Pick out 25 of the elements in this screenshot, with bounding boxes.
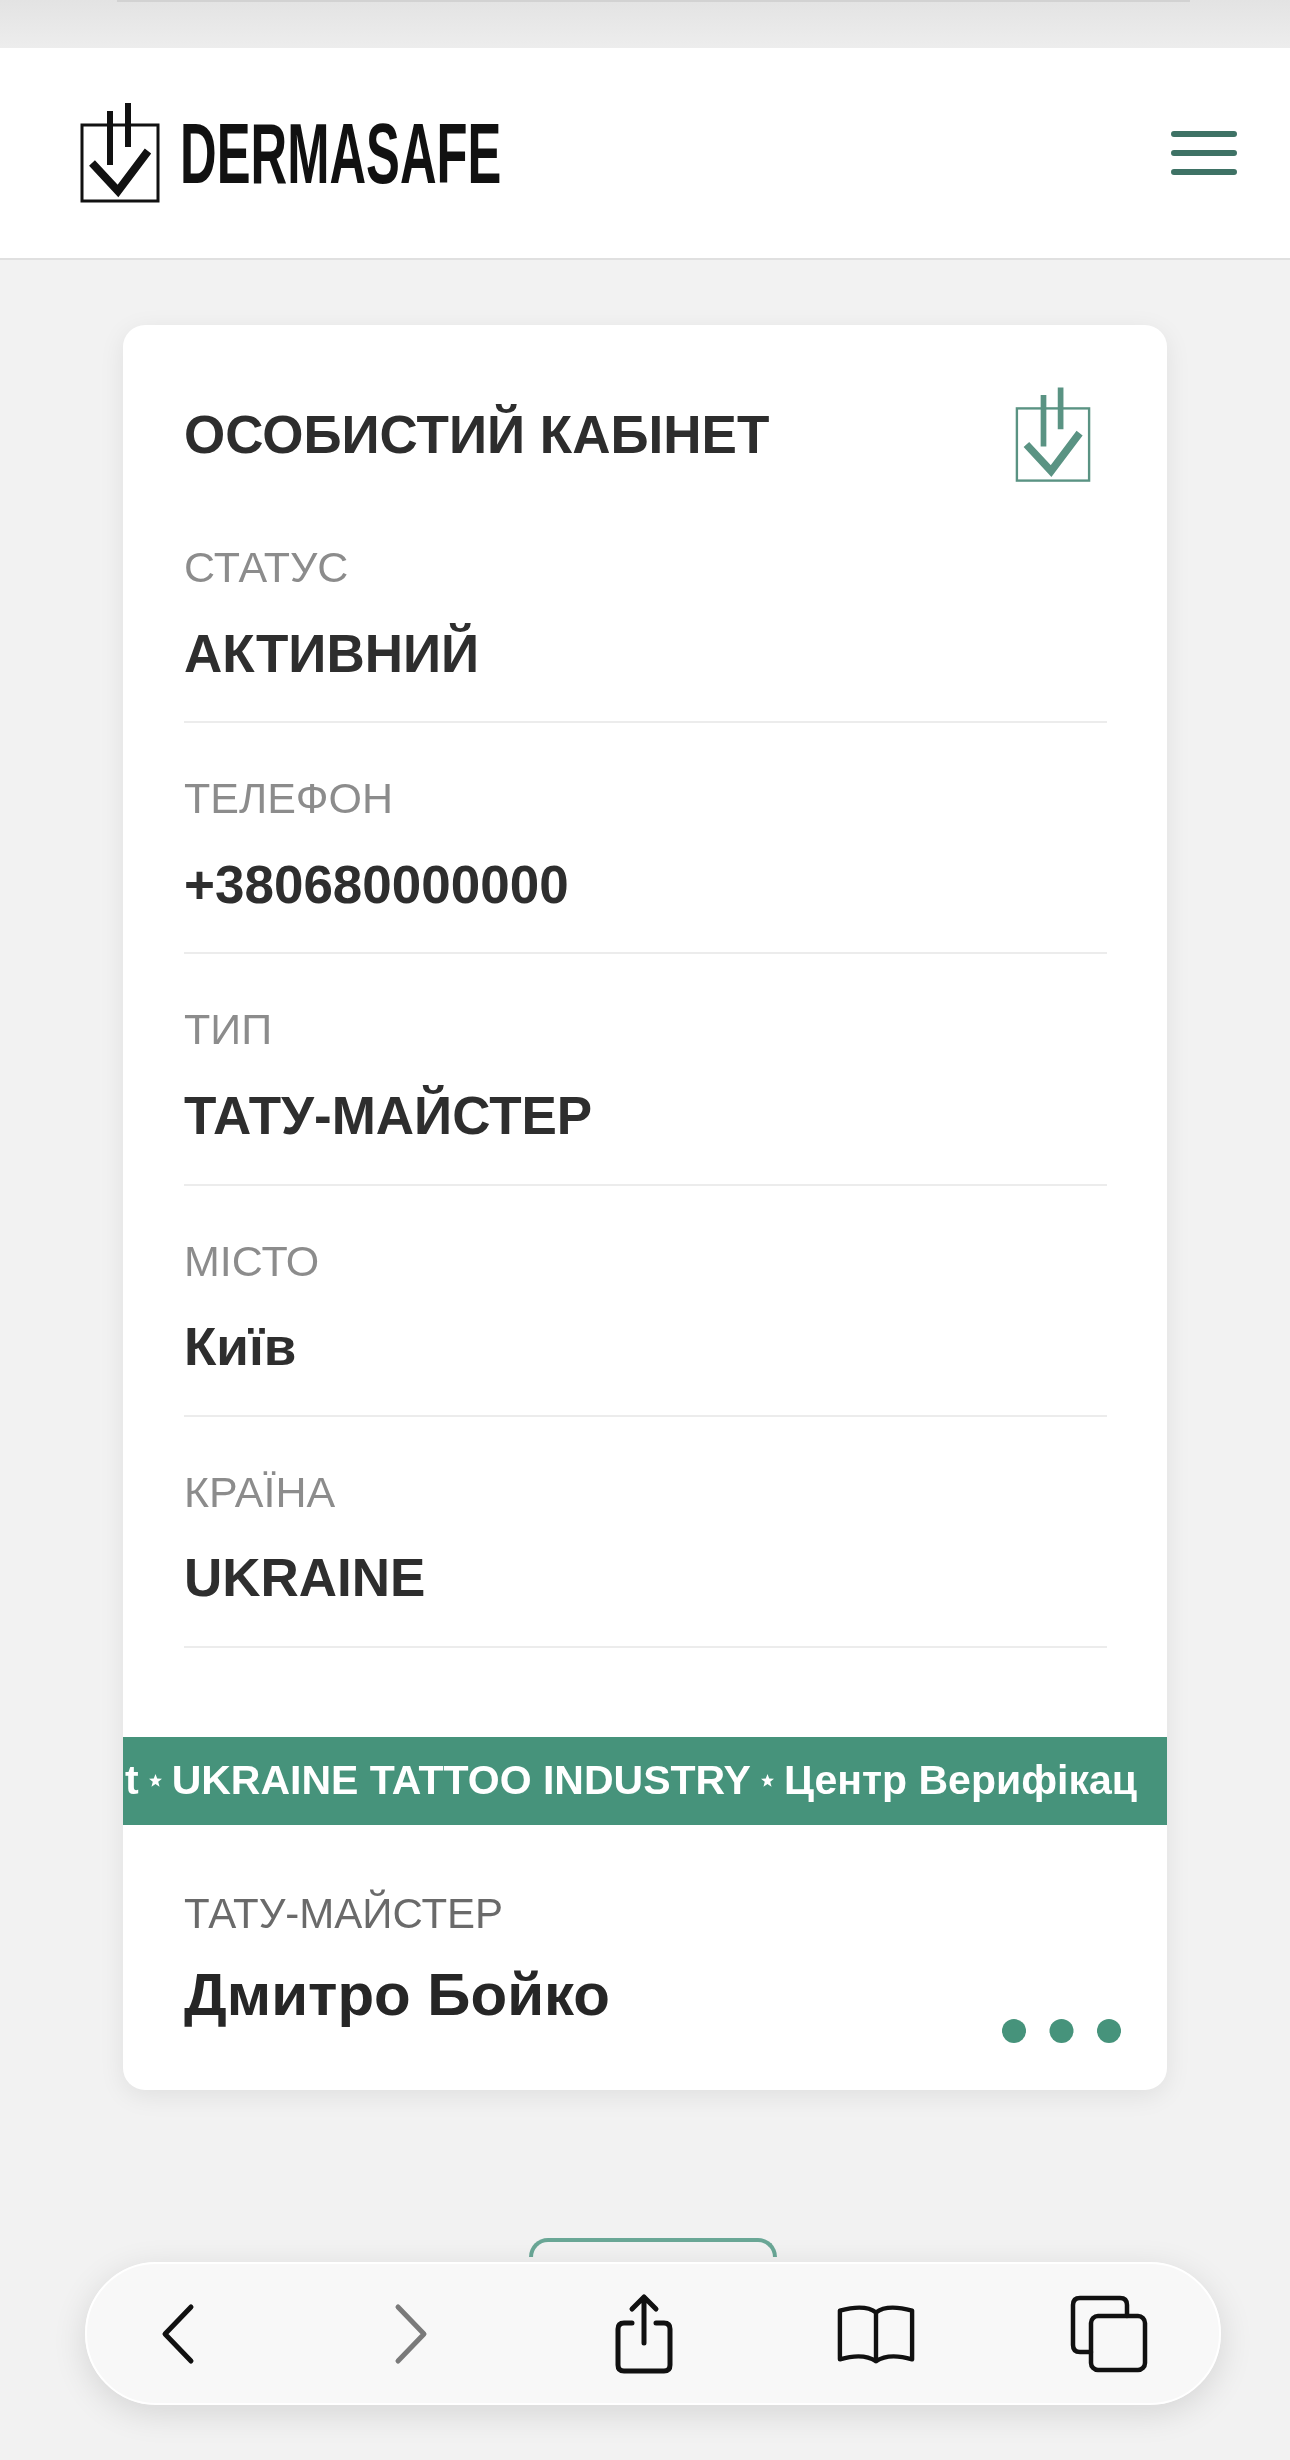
ticker-text: Центр Верифікац bbox=[783, 1756, 1137, 1806]
card-title: ОСОБИСТИЙ КАБІНЕТ bbox=[184, 403, 770, 467]
menu-icon bbox=[1171, 131, 1237, 175]
field-value: UKRAINE bbox=[184, 1547, 427, 1610]
field-label: ТЕЛЕФОН bbox=[184, 773, 395, 825]
field-value: Київ bbox=[184, 1316, 298, 1379]
field-value: ТАТУ-МАЙСТЕР bbox=[184, 1084, 594, 1147]
chevron-left-icon bbox=[160, 2302, 196, 2365]
field-value: +380680000000 bbox=[184, 853, 570, 916]
ticker-text: UKRAINE TATTOO INDUSTRY bbox=[171, 1756, 751, 1806]
logo-text: DERMASAFE bbox=[180, 110, 502, 196]
star-icon bbox=[148, 1774, 162, 1788]
tabs-icon bbox=[1070, 2294, 1148, 2373]
three-dots-icon bbox=[1002, 2019, 1121, 2044]
master-name: Дмитро Бойко bbox=[184, 1960, 610, 2031]
field-label: КРАЇНА bbox=[184, 1466, 337, 1518]
field-label: ТИП bbox=[184, 1004, 274, 1056]
star-icon bbox=[760, 1774, 774, 1788]
ticker-text: t bbox=[125, 1756, 139, 1806]
field-label: СТАТУС bbox=[184, 542, 350, 593]
field-value: АКТИВНИЙ bbox=[184, 622, 481, 685]
logo-icon bbox=[1015, 387, 1091, 483]
field-label: МІСТО bbox=[184, 1235, 321, 1287]
role-label: ТАТУ-МАЙСТЕР bbox=[184, 1888, 505, 1939]
logo-icon bbox=[80, 103, 160, 203]
